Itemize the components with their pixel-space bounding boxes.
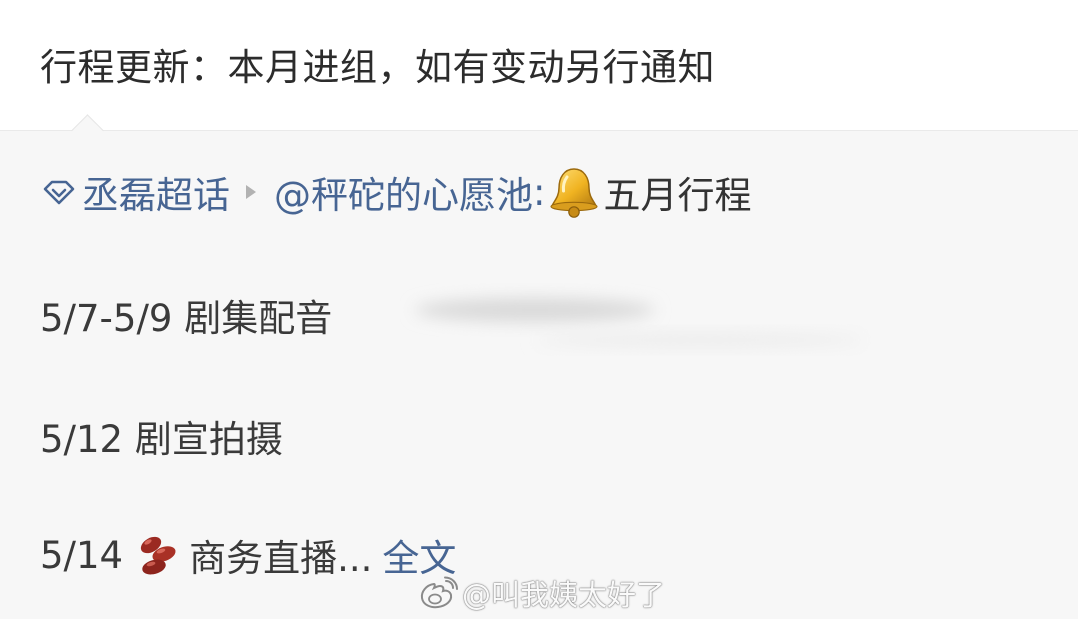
watermark: @叫我姨太好了 (418, 572, 665, 614)
post-text: 行程更新：本月进组，如有变动另行通知 (40, 46, 715, 89)
triangle-arrow-icon (246, 185, 256, 199)
schedule-line-3-text: 商务直播... (189, 537, 373, 580)
weibo-logo-icon (420, 576, 458, 609)
schedule-line-3-date: 5/14 (40, 533, 124, 577)
watermark-text: @叫我姨太好了 (462, 578, 666, 612)
schedule-line-2-text: 5/12 剧宣拍摄 (40, 418, 283, 461)
bell-emoji-icon (550, 168, 599, 218)
schedule-line-3: 5/14 商务直播... 全文 (40, 528, 456, 582)
schedule-line-2: 5/12 剧宣拍摄 (40, 409, 283, 463)
post-body: 行程更新：本月进组，如有变动另行通知 (0, 0, 1078, 130)
schedule-line-1: 5/7-5/9 剧集配音 (40, 288, 332, 342)
mention-colon: : (533, 170, 546, 214)
schedule-line-1-text: 5/7-5/9 剧集配音 (40, 297, 333, 340)
quoted-topic-row: 丞磊超话 @秤砣的心愿池 : 五月行程 (42, 165, 751, 219)
diamond-topic-icon (43, 180, 75, 205)
mention-link[interactable]: @秤砣的心愿池 (274, 165, 533, 219)
quoted-title: 五月行程 (603, 174, 752, 217)
topic-link[interactable]: 丞磊超话 (82, 165, 230, 219)
bean-emoji-icon (140, 536, 176, 575)
